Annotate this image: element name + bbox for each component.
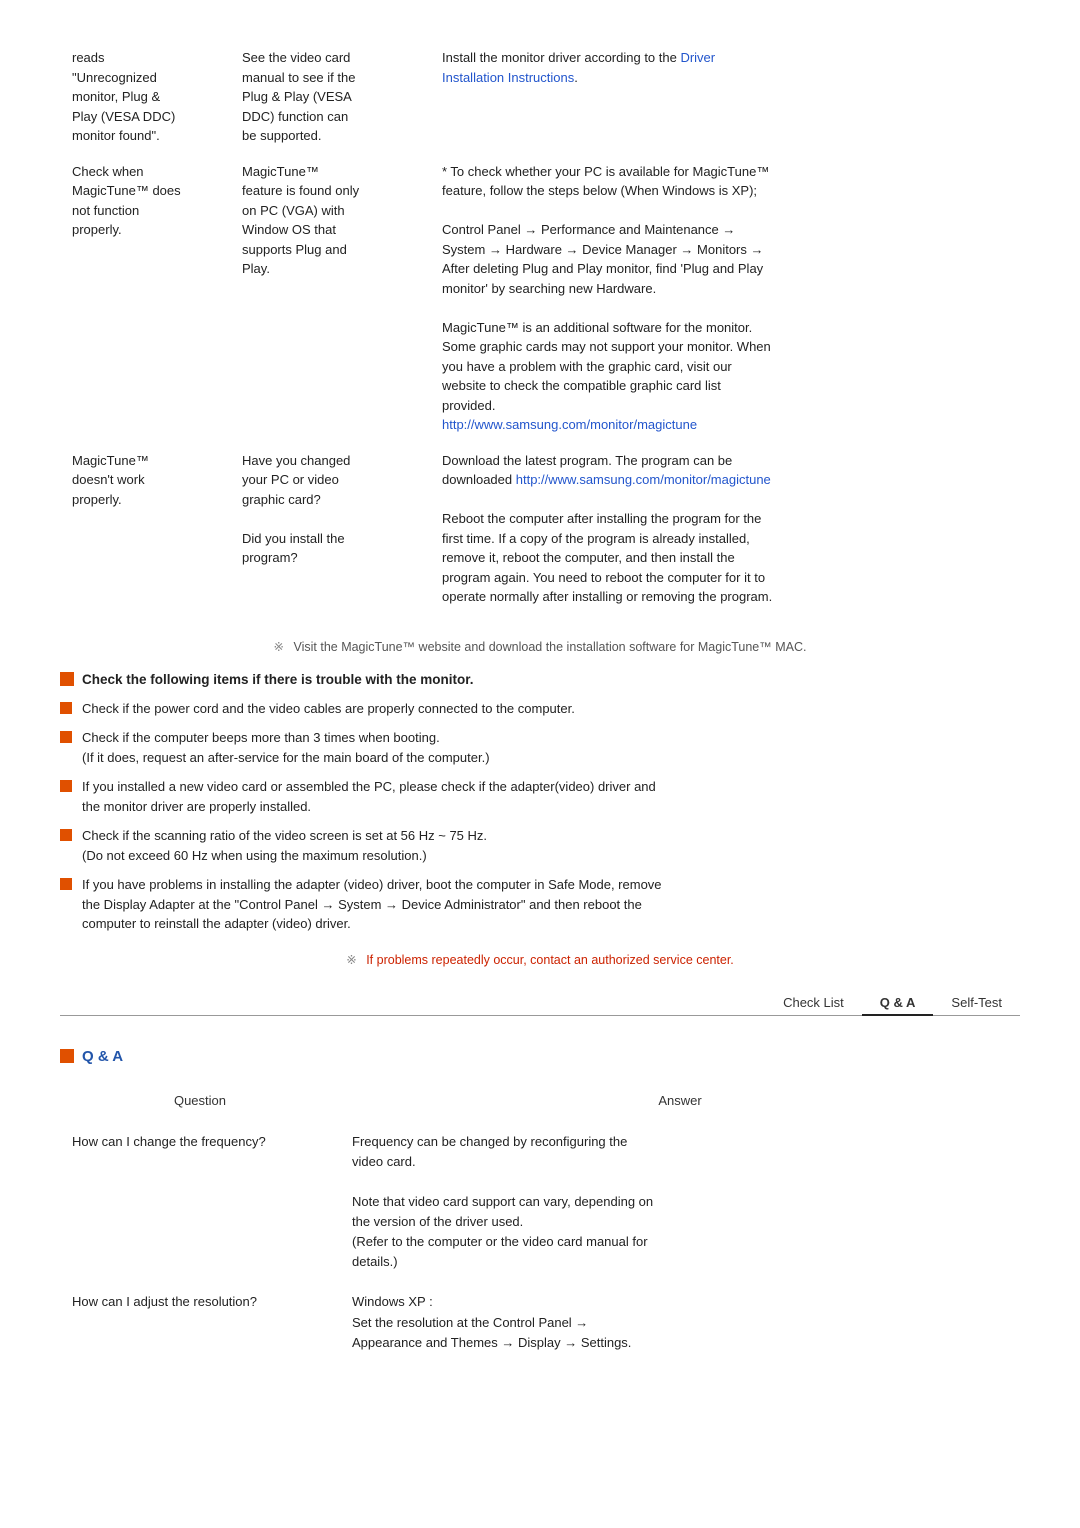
trouble-solution: * To check whether your PC is available … [430,154,1020,443]
check-item-text: If you have problems in installing the a… [82,875,662,934]
trouble-symptom: Check when MagicTune™ does not function … [60,154,230,443]
check-list-item: If you installed a new video card or ass… [60,777,1020,816]
qa-header: Q & A [60,1048,1020,1065]
trouble-row: reads "Unrecognized monitor, Plug & Play… [60,40,1020,154]
check-item-text: If you installed a new video card or ass… [82,777,656,816]
check-bullet [60,780,72,792]
check-header: Check the following items if there is tr… [60,672,1020,687]
qa-row: How can I adjust the resolution?Windows … [60,1282,1020,1362]
qa-question: How can I change the frequency? [60,1122,340,1283]
trouble-symptom: reads "Unrecognized monitor, Plug & Play… [60,40,230,154]
nav-tab-self-test[interactable]: Self-Test [933,991,1020,1016]
qa-col-question: Question [60,1085,340,1122]
check-item-text: Check if the power cord and the video ca… [82,699,575,719]
trouble-solution: Download the latest program. The program… [430,443,1020,615]
qa-section: Q & A Question Answer How can I change t… [60,1048,1020,1363]
check-item-text: Check if the computer beeps more than 3 … [82,728,490,767]
check-list-item: Check if the computer beeps more than 3 … [60,728,1020,767]
qa-header-bullet [60,1049,74,1063]
check-list: Check if the power cord and the video ca… [60,699,1020,934]
check-bullet [60,829,72,841]
trouble-row: Check when MagicTune™ does not function … [60,154,1020,443]
trouble-table: reads "Unrecognized monitor, Plug & Play… [60,40,1020,615]
check-list-item: If you have problems in installing the a… [60,875,1020,934]
qa-col-answer: Answer [340,1085,1020,1122]
qa-table: Question Answer How can I change the fre… [60,1085,1020,1363]
nav-tab-q-&-a[interactable]: Q & A [862,991,934,1016]
check-list-item: Check if the power cord and the video ca… [60,699,1020,719]
qa-question: How can I adjust the resolution? [60,1282,340,1362]
check-bullet [60,878,72,890]
check-bullet [60,731,72,743]
qa-answer: Windows XP : Set the resolution at the C… [340,1282,1020,1362]
trouble-row: MagicTune™ doesn't work properly.Have yo… [60,443,1020,615]
magictune-note: ※ Visit the MagicTune™ website and downl… [60,639,1020,654]
nav-tab-check-list[interactable]: Check List [765,991,862,1016]
trouble-cause: Have you changed your PC or video graphi… [230,443,430,615]
qa-answer: Frequency can be changed by reconfigurin… [340,1122,1020,1283]
check-section: Check the following items if there is tr… [60,672,1020,934]
trouble-solution: Install the monitor driver according to … [430,40,1020,154]
check-bullet [60,702,72,714]
trouble-symptom: MagicTune™ doesn't work properly. [60,443,230,615]
check-header-bullet [60,672,74,686]
trouble-cause: See the video card manual to see if the … [230,40,430,154]
check-item-text: Check if the scanning ratio of the video… [82,826,487,865]
warning-symbol: ※ [346,953,356,967]
qa-row: How can I change the frequency?Frequency… [60,1122,1020,1283]
check-list-item: Check if the scanning ratio of the video… [60,826,1020,865]
warning-line: ※ If problems repeatedly occur, contact … [60,952,1020,967]
qa-section-title: Q & A [82,1048,123,1065]
nav-tabs: Check ListQ & ASelf-Test [60,991,1020,1016]
trouble-cause: MagicTune™ feature is found only on PC (… [230,154,430,443]
note-symbol: ※ [274,640,284,654]
